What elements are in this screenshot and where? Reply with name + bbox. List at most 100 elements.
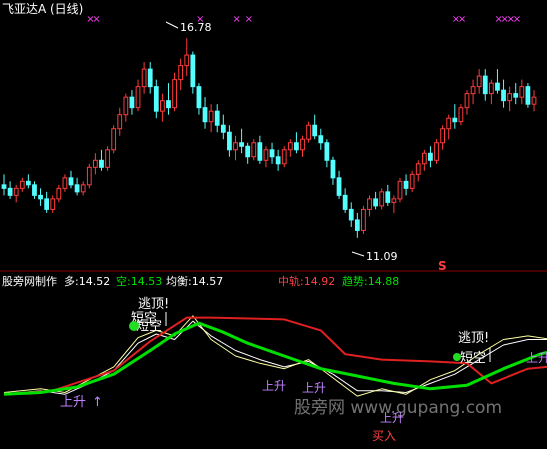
candle-body: [141, 68, 147, 88]
candle: [208, 104, 214, 133]
candle-body: [403, 180, 409, 189]
candle: [92, 153, 98, 175]
candle: [354, 212, 360, 238]
candle-body: [281, 149, 287, 165]
legend-trend: 趋势:14.88: [342, 275, 399, 288]
candle: [68, 170, 74, 189]
candle: [287, 139, 293, 157]
candle-body: [147, 68, 153, 88]
candle: [434, 139, 439, 164]
marker-x: ×: [513, 14, 521, 25]
candle: [440, 125, 446, 150]
candle-body: [233, 142, 238, 151]
candle: [421, 149, 427, 171]
candle-body: [86, 166, 92, 186]
candle-body: [245, 145, 251, 158]
candle-body: [32, 184, 37, 196]
candle-body: [239, 142, 244, 147]
candle: [458, 104, 464, 126]
candle-body: [501, 89, 506, 102]
candle: [263, 146, 269, 168]
candle-body: [482, 75, 488, 95]
candle-body: [464, 93, 470, 109]
legend-short: 空:14.53: [116, 274, 162, 288]
candle: [220, 114, 226, 140]
candle: [428, 146, 433, 168]
candle: [7, 181, 13, 199]
candle-body: [99, 159, 104, 168]
candle: [306, 121, 311, 143]
candle-body: [220, 124, 226, 133]
candle: [147, 62, 153, 94]
high-label: 16.78: [180, 21, 212, 34]
candle: [227, 125, 232, 157]
candle-body: [470, 86, 476, 95]
legend-mid-label: 中轨:: [278, 274, 304, 288]
candle: [495, 69, 500, 94]
candle-body: [160, 100, 165, 112]
candle: [269, 142, 275, 164]
candle-body: [434, 142, 439, 161]
candle: [184, 38, 190, 77]
candle: [525, 83, 531, 108]
candle-body: [50, 198, 56, 210]
candle: [141, 62, 147, 94]
candle: [373, 191, 378, 210]
candle: [117, 107, 123, 136]
candle-body: [409, 173, 415, 189]
candle: [330, 156, 336, 185]
candle-body: [80, 184, 86, 193]
rise-label-1: 上升: [60, 395, 86, 410]
candle-body: [428, 152, 433, 161]
candle: [312, 114, 318, 140]
candle-body: [446, 117, 452, 130]
candle: [476, 69, 482, 94]
candle: [80, 181, 86, 196]
candle-body: [178, 65, 184, 81]
chart-window: 飞亚达A (日线) ××××××××××××× 16.78 11.09 S 股旁…: [0, 0, 547, 445]
marker-x: ×: [92, 14, 100, 25]
candle-body: [275, 156, 281, 165]
candle: [300, 135, 305, 157]
candle-body: [251, 142, 257, 158]
legend-balance-value: 14.57: [192, 275, 224, 288]
candle-body: [367, 198, 372, 210]
rise-label-3: 上升: [302, 381, 326, 395]
candle: [482, 69, 488, 101]
candle: [501, 79, 506, 108]
candle: [367, 195, 372, 217]
candle-body: [531, 96, 537, 105]
escape-top-label-1: 逃顶!: [138, 297, 169, 312]
candle: [397, 177, 403, 203]
candle: [251, 139, 257, 161]
candle-body: [391, 198, 397, 203]
buy-label: 买入: [372, 429, 396, 443]
chart-period: (日线): [50, 2, 83, 16]
legend-mid: 中轨:14.92: [278, 274, 335, 288]
candle: [464, 90, 470, 115]
candle: [25, 174, 31, 189]
candle: [111, 125, 117, 154]
candle-body: [415, 163, 421, 175]
candle-body: [19, 180, 25, 189]
candle-body: [184, 54, 190, 67]
candle-body: [294, 142, 299, 151]
watermark: 股旁网 www.gupang.com: [294, 398, 502, 418]
candle-body: [1, 184, 7, 189]
candle-body: [166, 100, 171, 109]
candle-body: [92, 159, 98, 168]
candle: [275, 149, 281, 171]
candle-body: [421, 152, 427, 165]
candle-body: [312, 124, 318, 137]
candle: [342, 188, 348, 213]
candle-body: [476, 75, 482, 88]
candle: [62, 174, 68, 192]
legend-long-label: 多:: [64, 274, 79, 288]
candle: [214, 104, 220, 133]
candle: [56, 184, 62, 203]
candle-body: [354, 219, 360, 231]
candle-body: [513, 93, 519, 98]
candle: [172, 72, 177, 112]
escape-top-label-2: 逃顶!: [458, 331, 489, 346]
indicator-maker: 股旁网制作: [2, 274, 57, 288]
